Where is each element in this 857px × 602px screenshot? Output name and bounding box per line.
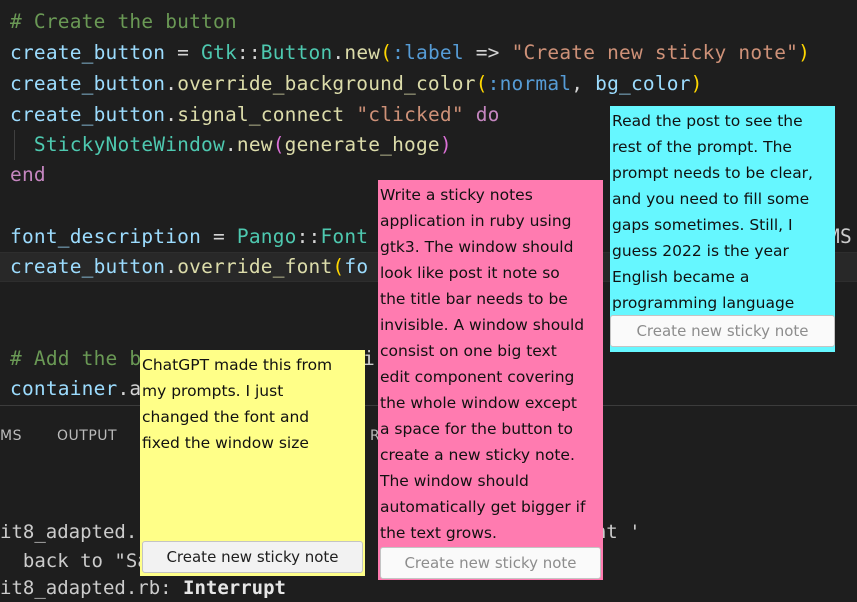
code-token: .: [165, 255, 178, 278]
code-line[interactable]: # Add the b: [10, 344, 141, 374]
code-line[interactable]: StickyNoteWindow.new(generate_hoge): [10, 130, 452, 160]
create-sticky-note-button[interactable]: Create new sticky note: [380, 547, 601, 579]
code-token: (: [332, 255, 345, 278]
code-token: =: [201, 225, 237, 248]
code-token: end: [10, 163, 46, 186]
code-token: ::: [236, 41, 261, 64]
sticky-note-cyan[interactable]: Read the post to see the rest of the pro…: [610, 106, 835, 352]
code-token: create_button: [10, 255, 166, 278]
code-token: ): [690, 72, 703, 95]
code-token: Pango: [236, 225, 297, 248]
sticky-note-text[interactable]: ChatGPT made this from my prompts. I jus…: [140, 350, 365, 456]
code-token: StickyNoteWindow: [10, 133, 225, 156]
code-token: =>: [463, 41, 512, 64]
code-token: .a: [117, 377, 142, 400]
code-token: new: [344, 41, 381, 64]
code-line[interactable]: create_button.override_font(fo: [10, 252, 368, 282]
create-sticky-note-button[interactable]: Create new sticky note: [610, 315, 835, 347]
code-token: create_button: [10, 72, 166, 95]
code-token: bg_color: [595, 72, 691, 95]
code-line[interactable]: create_button.override_background_color(…: [10, 69, 703, 99]
code-token: (: [272, 133, 285, 156]
sticky-note-pink[interactable]: Write a sticky notes application in ruby…: [378, 180, 603, 580]
code-token: # Create the button: [10, 10, 237, 33]
terminal-token: back to "Sa: [0, 550, 149, 572]
code-token: create_button: [10, 41, 166, 64]
code-token: .: [165, 103, 178, 126]
code-token: new: [236, 133, 273, 156]
code-token: ): [439, 133, 452, 156]
code-token: :normal: [487, 72, 572, 95]
code-token: container: [10, 377, 118, 400]
tab-output[interactable]: OUTPUT: [57, 428, 117, 444]
code-token: font_description: [10, 225, 202, 248]
code-token: (: [475, 72, 488, 95]
code-line[interactable]: font_description = Pango::Font: [10, 222, 368, 252]
code-token: signal_connect: [177, 103, 345, 126]
code-token: generate_hoge: [284, 133, 440, 156]
code-token: "clicked": [356, 103, 464, 126]
create-sticky-note-button[interactable]: Create new sticky note: [142, 541, 363, 573]
sticky-note-text[interactable]: Write a sticky notes application in ruby…: [378, 180, 603, 546]
tab-problems[interactable]: MS: [0, 428, 22, 444]
code-token: # Add the b: [10, 347, 142, 370]
code-token: "Create new sticky note": [511, 41, 799, 64]
sticky-note-yellow[interactable]: ChatGPT made this from my prompts. I jus…: [140, 350, 365, 576]
code-token: do: [475, 103, 500, 126]
code-line[interactable]: create_button = Gtk::Button.new(:label =…: [10, 38, 810, 68]
code-token: Gtk: [201, 41, 237, 64]
code-line[interactable]: # Create the button: [10, 7, 237, 37]
code-token: Font: [320, 225, 369, 248]
code-token: :label: [392, 41, 464, 64]
terminal-token: Interrupt: [183, 577, 286, 599]
code-token: (: [380, 41, 393, 64]
code-line[interactable]: container.a: [10, 374, 141, 404]
code-token: ,: [571, 72, 596, 95]
sticky-note-text[interactable]: Read the post to see the rest of the pro…: [610, 106, 835, 316]
code-token: fo: [344, 255, 369, 278]
code-line[interactable]: create_button.signal_connect "clicked" d…: [10, 100, 500, 130]
code-token: Button: [260, 41, 333, 64]
code-line[interactable]: end: [10, 160, 46, 190]
code-token: .: [224, 133, 237, 156]
code-token: ::: [296, 225, 321, 248]
code-token: override_font: [177, 255, 333, 278]
code-token: .: [332, 41, 345, 64]
terminal-line: it8_adapted.rb: Interrupt: [0, 574, 286, 602]
code-token: ): [798, 41, 811, 64]
terminal-token: it8_adapted.rb:: [0, 577, 184, 599]
code-token: .: [165, 72, 178, 95]
code-token: override_background_color: [177, 72, 476, 95]
code-token: =: [165, 41, 202, 64]
terminal-token: it8_adapted.r: [0, 521, 149, 543]
code-token: create_button: [10, 103, 166, 126]
